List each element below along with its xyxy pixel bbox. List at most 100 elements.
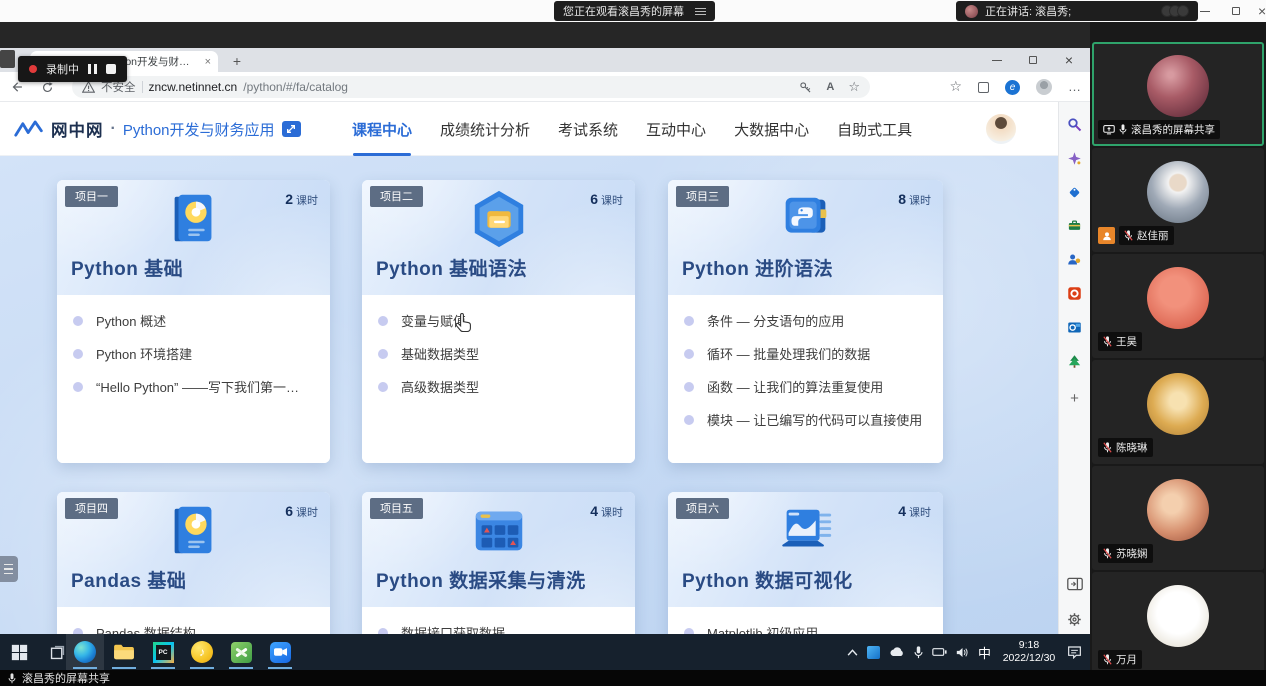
share-status-text: 滚昌秀的屏幕共享 xyxy=(22,670,110,686)
banner-menu-icon[interactable] xyxy=(695,8,706,15)
new-tab-button[interactable] xyxy=(228,52,246,70)
hours-badge: 6课时 xyxy=(285,503,318,520)
hours-badge: 4课时 xyxy=(590,503,623,520)
course-card-data-visualization[interactable]: 项目六 4课时 Python 数据可视化 Matplotlib 初级应用 xyxy=(668,492,943,634)
browser-maximize-button[interactable] xyxy=(1016,48,1050,72)
address-bar[interactable]: 不安全 zncw.netinnet.cn /python/#/fa/catalo… xyxy=(72,76,870,98)
ie-mode-icon[interactable] xyxy=(1005,80,1020,95)
nav-bigdata-center[interactable]: 大数据中心 xyxy=(734,102,809,156)
lesson-item[interactable]: 基础数据类型 xyxy=(378,337,619,370)
meeting-close-button[interactable] xyxy=(1258,0,1266,22)
sidebar-tools-icon[interactable] xyxy=(1065,215,1085,235)
card-title: Pandas 基础 xyxy=(71,566,186,593)
favorites-bar-icon[interactable] xyxy=(949,78,962,96)
taskbar-pycharm-icon[interactable]: PC xyxy=(144,634,182,670)
taskbar-explorer-icon[interactable] xyxy=(105,634,143,670)
lesson-item[interactable]: 函数 — 让我们的算法重复使用 xyxy=(684,370,927,403)
participant-name: 苏晓娴 xyxy=(1116,546,1148,561)
brand-separator: · xyxy=(111,120,116,138)
course-card-python-advanced[interactable]: 项目三 8课时 Python 进阶语法 条件 — 分支语句的应用 循环 — 批量… xyxy=(668,180,943,463)
main-nav: 课程中心 成绩统计分析 考试系统 互动中心 大数据中心 自助式工具 xyxy=(352,102,912,156)
browser-close-button[interactable] xyxy=(1052,48,1086,72)
taskbar-clock[interactable]: 9:18 2022/12/30 xyxy=(1000,639,1058,665)
password-key-icon[interactable] xyxy=(799,81,812,94)
course-card-pandas-basics[interactable]: 项目四 6课时 Pandas 基础 Pandas 数据结构 xyxy=(57,492,330,634)
tray-cloud-icon[interactable] xyxy=(889,647,905,657)
sidebar-people-icon[interactable] xyxy=(1065,249,1085,269)
site-user-avatar[interactable] xyxy=(986,114,1016,144)
lesson-item[interactable]: “Hello Python” ——写下我们第一… xyxy=(73,370,314,403)
course-card-python-syntax[interactable]: 项目二 6课时 Python 基础语法 变量与赋值 基础数据类型 高级数据类型 xyxy=(362,180,635,463)
tray-hardware-icon[interactable] xyxy=(932,647,947,657)
side-handle[interactable] xyxy=(0,556,18,582)
nav-course-center[interactable]: 课程中心 xyxy=(352,102,412,156)
site-brand[interactable]: 网中网 · Python开发与财务应用 xyxy=(14,102,301,156)
participant-tile[interactable]: 滚昌秀的屏幕共享 xyxy=(1092,42,1264,146)
meeting-maximize-button[interactable] xyxy=(1232,0,1240,22)
sidebar-search-icon[interactable] xyxy=(1065,114,1085,134)
nav-exam-system[interactable]: 考试系统 xyxy=(558,102,618,156)
lesson-item[interactable]: 变量与赋值 xyxy=(378,304,619,337)
stop-recording-button[interactable] xyxy=(106,64,116,74)
mic-muted-icon xyxy=(1124,230,1133,241)
system-tray: 中 9:18 2022/12/30 xyxy=(847,634,1090,670)
sidebar-tree-icon[interactable] xyxy=(1065,351,1085,371)
project-badge: 项目二 xyxy=(370,186,423,207)
lesson-item[interactable]: Python 环境搭建 xyxy=(73,337,314,370)
read-aloud-icon[interactable] xyxy=(826,81,834,93)
lesson-item[interactable]: 条件 — 分支语句的应用 xyxy=(684,304,927,337)
participants-panel: 滚昌秀的屏幕共享 赵佳丽 王昊 陈晓 xyxy=(1090,22,1266,670)
project-badge: 项目四 xyxy=(65,498,118,519)
collections-icon[interactable] xyxy=(978,82,989,93)
nav-grade-stats[interactable]: 成绩统计分析 xyxy=(440,102,530,156)
taskbar-edge-icon[interactable] xyxy=(66,634,104,670)
participant-tile[interactable]: 万月 xyxy=(1092,572,1264,670)
tab-close-icon[interactable] xyxy=(205,56,211,68)
ime-indicator[interactable]: 中 xyxy=(978,643,991,662)
action-center-icon[interactable] xyxy=(1067,645,1082,659)
participant-tile[interactable]: 苏晓娴 xyxy=(1092,466,1264,570)
participant-tile[interactable]: 陈晓琳 xyxy=(1092,360,1264,464)
lesson-item[interactable]: 数据接口获取数据 xyxy=(378,616,619,634)
lesson-item[interactable]: 循环 — 批量处理我们的数据 xyxy=(684,337,927,370)
nav-interaction-center[interactable]: 互动中心 xyxy=(646,102,706,156)
lesson-item[interactable]: 高级数据类型 xyxy=(378,370,619,403)
start-button[interactable] xyxy=(0,634,38,670)
browser-minimize-button[interactable] xyxy=(980,48,1014,72)
sidebar-shopping-icon[interactable] xyxy=(1065,182,1085,202)
recording-label: 录制中 xyxy=(46,61,79,77)
screen-share-icon xyxy=(1103,125,1115,135)
sidebar-panel-icon[interactable] xyxy=(1065,574,1085,594)
pause-recording-button[interactable] xyxy=(88,64,97,74)
add-favorite-icon[interactable] xyxy=(848,79,860,95)
expand-badge-icon[interactable] xyxy=(282,121,301,137)
tray-mic-icon[interactable] xyxy=(914,646,923,659)
participant-avatar xyxy=(1147,55,1209,117)
lesson-item[interactable]: 模块 — 让已编写的代码可以直接使用 xyxy=(684,403,927,436)
mic-muted-icon xyxy=(1103,548,1112,559)
sidebar-outlook-icon[interactable] xyxy=(1065,317,1085,337)
sidebar-office-icon[interactable] xyxy=(1065,283,1085,303)
hours-badge: 8课时 xyxy=(898,191,931,208)
taskbar-music-icon[interactable]: ♪ xyxy=(183,634,221,670)
nav-selfservice-tools[interactable]: 自助式工具 xyxy=(837,102,912,156)
recording-dot-icon xyxy=(29,65,37,73)
course-card-data-collection[interactable]: 项目五 4课时 Python 数据采集与清洗 数据接口获取数据 xyxy=(362,492,635,634)
sidebar-discover-icon[interactable] xyxy=(1065,148,1085,168)
browser-profile-icon[interactable] xyxy=(1036,79,1052,95)
meeting-minimize-button[interactable] xyxy=(1200,0,1210,22)
lesson-item[interactable]: Python 概述 xyxy=(73,304,314,337)
course-card-python-basics[interactable]: 项目一 2课时 Python 基础 Python 概述 Python 环境搭建 … xyxy=(57,180,330,463)
participant-tile[interactable]: 王昊 xyxy=(1092,254,1264,358)
tray-chevron-icon[interactable] xyxy=(847,649,858,656)
sidebar-add-icon[interactable] xyxy=(1065,388,1085,408)
browser-more-icon[interactable] xyxy=(1068,78,1082,96)
taskbar-meeting-icon[interactable] xyxy=(261,634,299,670)
participant-tile[interactable]: 赵佳丽 xyxy=(1092,148,1264,252)
sidebar-settings-icon[interactable] xyxy=(1065,609,1085,629)
taskbar-green-app-icon[interactable] xyxy=(222,634,260,670)
tray-volume-icon[interactable] xyxy=(956,647,969,658)
lesson-item[interactable]: Pandas 数据结构 xyxy=(73,616,314,634)
lesson-item[interactable]: Matplotlib 初级应用 xyxy=(684,616,927,634)
tray-app-icon[interactable] xyxy=(867,646,880,659)
